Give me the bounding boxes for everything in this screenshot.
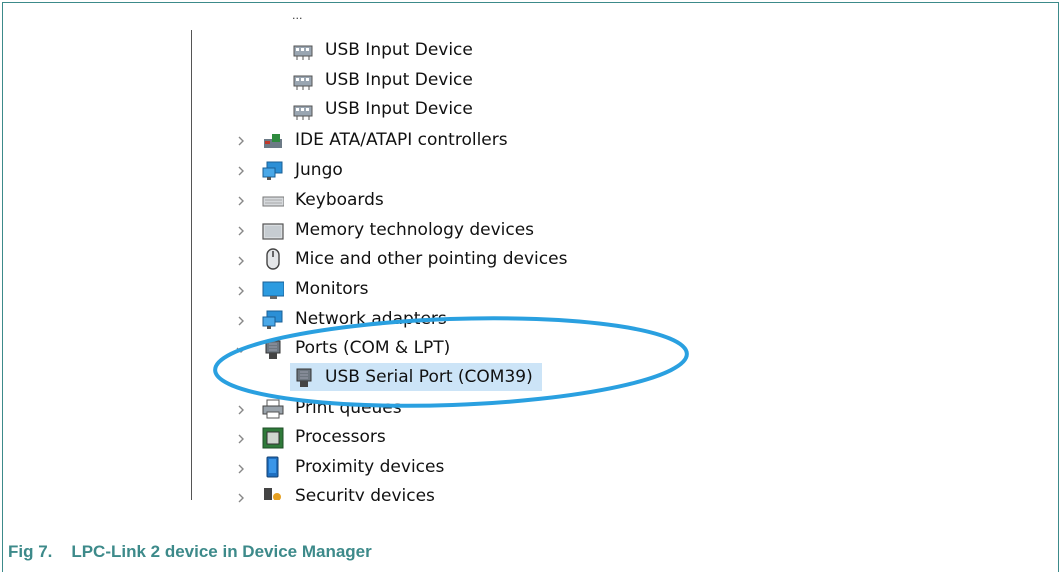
tree-item-usb-input-device-2[interactable]: USB Input Device bbox=[325, 67, 473, 93]
mouse-icon bbox=[262, 248, 284, 270]
memory-device-icon bbox=[262, 220, 284, 242]
network-adapter-icon bbox=[262, 309, 284, 331]
figure-frame bbox=[2, 2, 1059, 572]
tree-item-monitors[interactable]: Monitors bbox=[295, 276, 368, 302]
tree-item-jungo[interactable]: Jungo bbox=[295, 157, 343, 183]
chevron-right-icon[interactable] bbox=[233, 223, 249, 239]
ide-controller-icon bbox=[262, 130, 284, 152]
chevron-down-icon[interactable] bbox=[233, 342, 249, 358]
figure-number: Fig 7. bbox=[8, 542, 53, 561]
serial-port-icon bbox=[293, 367, 315, 389]
tree-item-usb-input-device-1[interactable]: USB Input Device bbox=[325, 37, 473, 63]
tree-item-ports[interactable]: Ports (COM & LPT) bbox=[295, 335, 450, 361]
chevron-right-icon[interactable] bbox=[233, 402, 249, 418]
hid-device-icon bbox=[292, 40, 314, 62]
proximity-device-icon bbox=[262, 456, 284, 478]
chevron-right-icon[interactable] bbox=[233, 163, 249, 179]
processor-icon bbox=[262, 427, 284, 449]
tree-item-print-queues[interactable]: Print queues bbox=[295, 395, 402, 421]
keyboard-icon bbox=[262, 190, 284, 212]
hid-device-icon bbox=[292, 100, 314, 122]
tree-item-ide-controllers[interactable]: IDE ATA/ATAPI controllers bbox=[295, 127, 508, 153]
chevron-right-icon[interactable] bbox=[233, 313, 249, 329]
chevron-right-icon[interactable] bbox=[233, 253, 249, 269]
tree-item-security-devices[interactable]: Security devices bbox=[295, 483, 435, 501]
tree-item-usb-input-device-3[interactable]: USB Input Device bbox=[325, 96, 473, 122]
hid-device-icon bbox=[292, 70, 314, 92]
tree-item-memory-technology-devices[interactable]: Memory technology devices bbox=[295, 217, 534, 243]
jungo-network-icon bbox=[262, 160, 284, 182]
figure-title: LPC-Link 2 device in Device Manager bbox=[71, 542, 372, 561]
chevron-right-icon[interactable] bbox=[233, 283, 249, 299]
chevron-right-icon[interactable] bbox=[233, 193, 249, 209]
tree-guide-line bbox=[191, 30, 192, 500]
tree-item-network-adapters[interactable]: Network adapters bbox=[295, 306, 447, 332]
partial-item: ··· bbox=[292, 12, 303, 25]
chevron-right-icon[interactable] bbox=[233, 490, 249, 506]
chevron-right-icon[interactable] bbox=[233, 431, 249, 447]
tree-item-mice[interactable]: Mice and other pointing devices bbox=[295, 246, 567, 272]
port-icon bbox=[262, 339, 284, 361]
tree-item-usb-serial-port[interactable]: USB Serial Port (COM39) bbox=[325, 364, 533, 390]
printer-icon bbox=[262, 398, 284, 420]
chevron-right-icon[interactable] bbox=[233, 461, 249, 477]
chevron-right-icon[interactable] bbox=[233, 133, 249, 149]
tree-item-processors[interactable]: Processors bbox=[295, 424, 386, 450]
security-device-icon bbox=[262, 486, 284, 500]
tree-item-proximity-devices[interactable]: Proximity devices bbox=[295, 454, 444, 480]
monitor-icon bbox=[262, 279, 284, 301]
tree-item-keyboards[interactable]: Keyboards bbox=[295, 187, 384, 213]
figure-caption: Fig 7. LPC-Link 2 device in Device Manag… bbox=[8, 542, 372, 562]
